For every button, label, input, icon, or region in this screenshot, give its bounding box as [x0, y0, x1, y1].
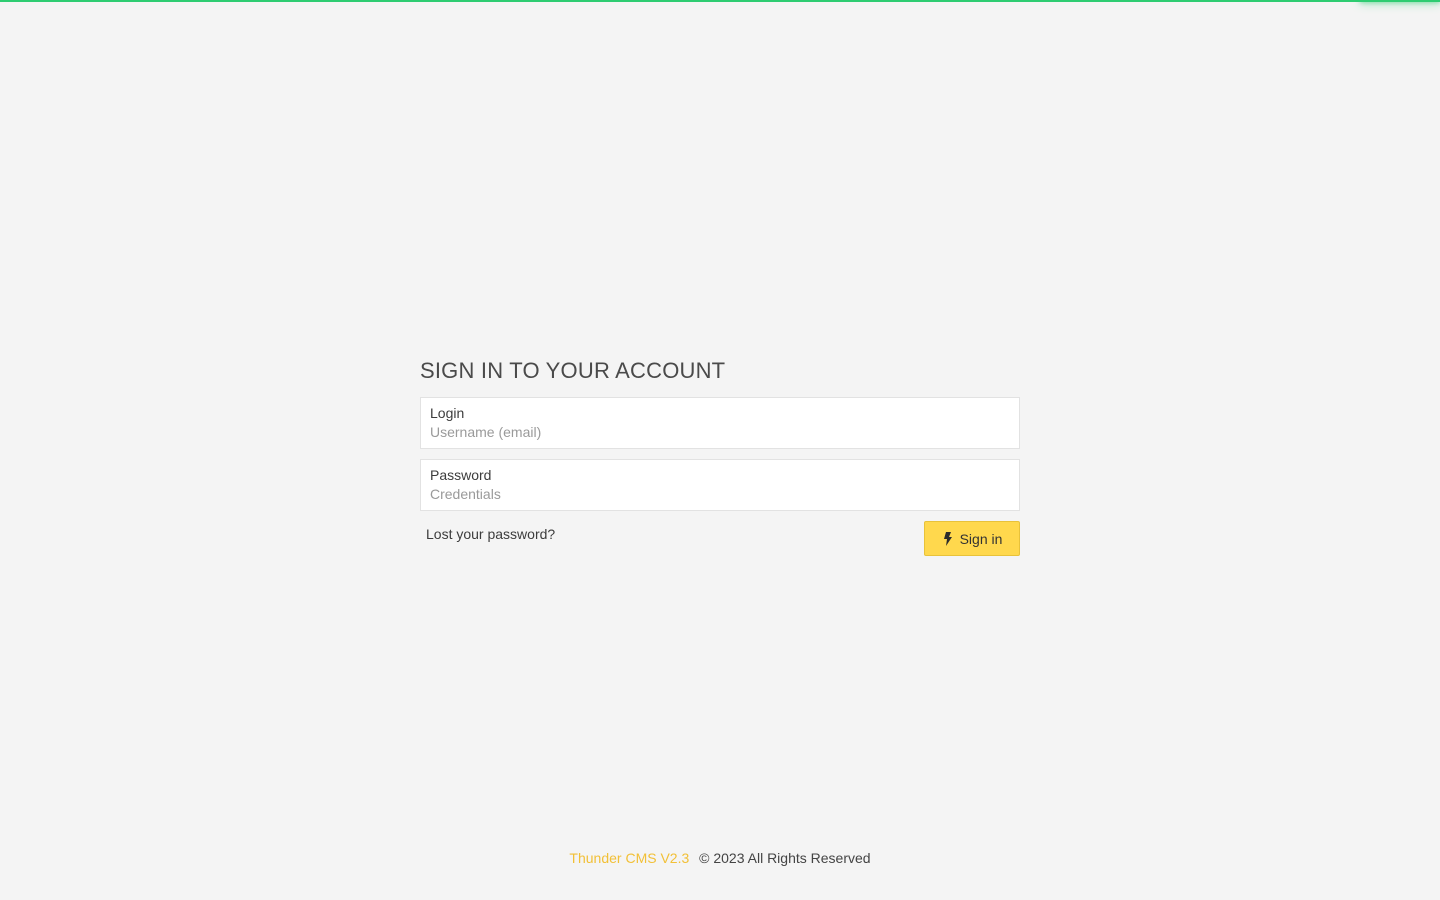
login-panel: SIGN IN TO YOUR ACCOUNT Login Password L… — [420, 355, 1020, 557]
password-label: Password — [430, 467, 492, 483]
page-load-progress-bar — [0, 0, 1440, 2]
page-title: SIGN IN TO YOUR ACCOUNT — [420, 358, 726, 383]
password-field[interactable]: Password — [420, 459, 1020, 511]
login-label: Login — [430, 405, 465, 421]
form-actions: Lost your password? Sign in — [420, 521, 1020, 557]
username-input[interactable] — [430, 423, 1010, 441]
login-field[interactable]: Login — [420, 397, 1020, 449]
footer: Thunder CMS V2.3 © 2023 All Rights Reser… — [0, 850, 1440, 866]
progress-glow — [1360, 0, 1440, 2]
sign-in-button[interactable]: Sign in — [924, 521, 1020, 556]
brand-link[interactable]: Thunder CMS V2.3 — [569, 850, 689, 866]
sign-in-label: Sign in — [959, 530, 1003, 547]
lightning-bolt-icon — [942, 531, 954, 546]
copyright-text: © 2023 All Rights Reserved — [699, 850, 871, 866]
lost-password-link[interactable]: Lost your password? — [426, 526, 555, 542]
password-input[interactable] — [430, 485, 1010, 503]
